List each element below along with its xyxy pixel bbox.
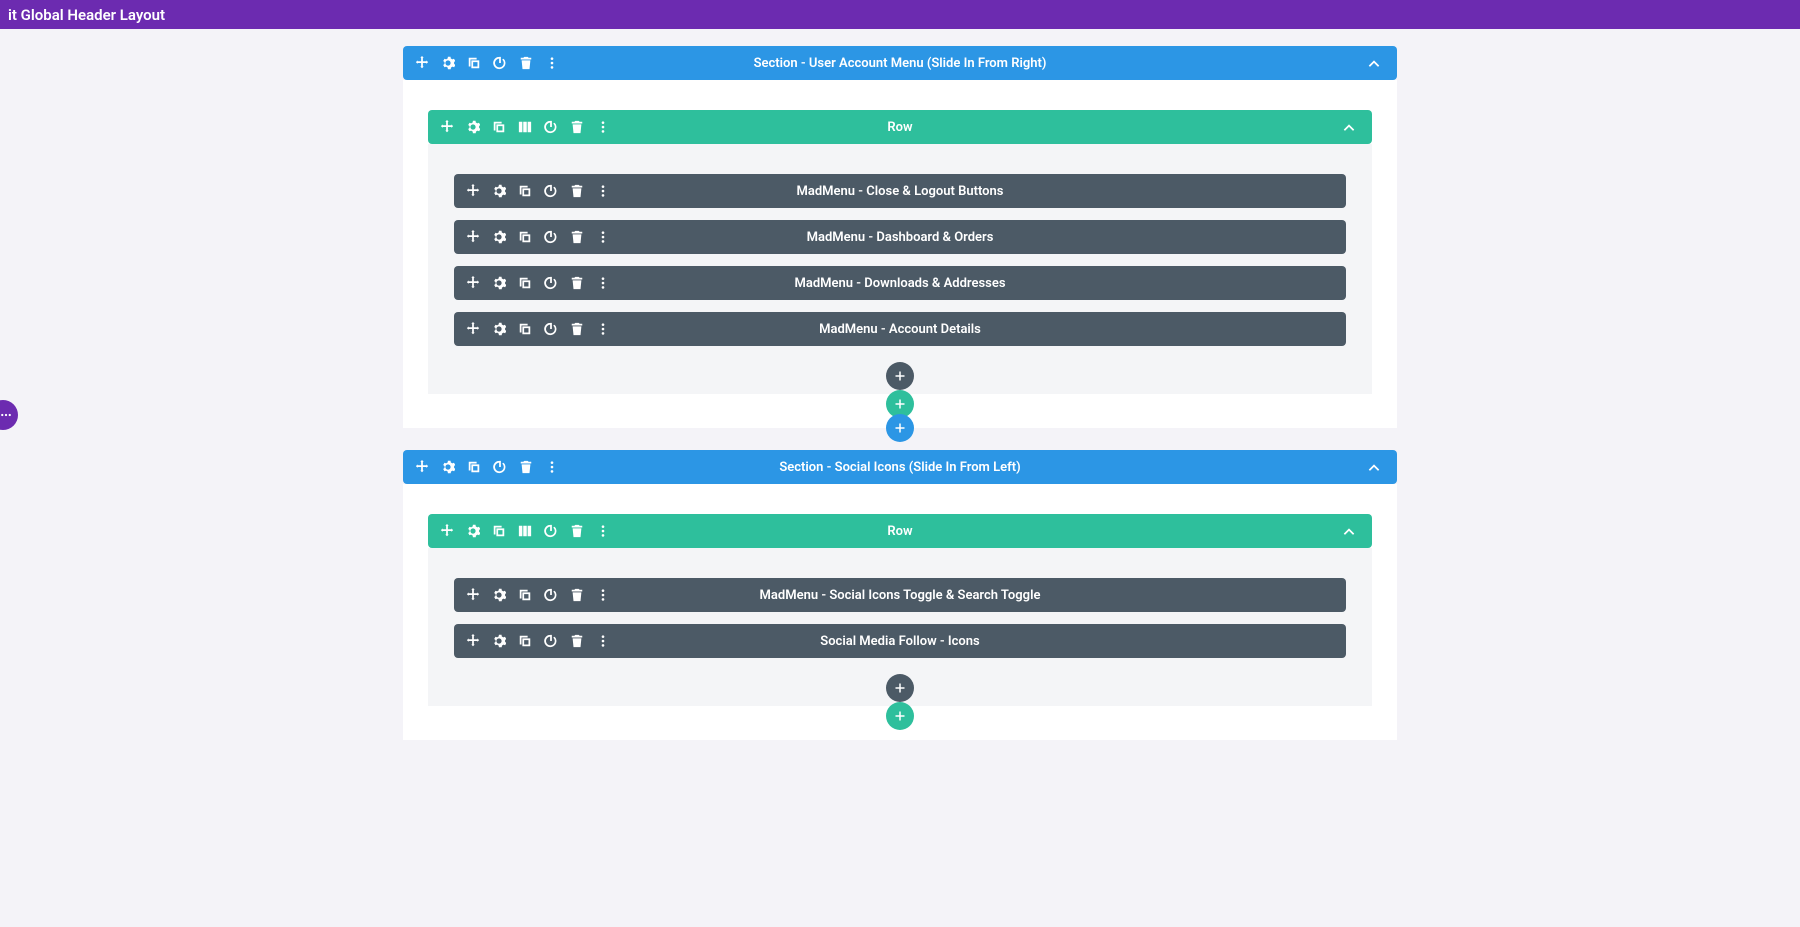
more-icon[interactable] bbox=[596, 120, 610, 134]
move-icon[interactable] bbox=[415, 56, 429, 70]
trash-icon[interactable] bbox=[519, 56, 533, 70]
trash-icon[interactable] bbox=[570, 276, 584, 290]
module-toolbar bbox=[454, 266, 622, 300]
power-icon[interactable] bbox=[493, 56, 507, 70]
move-icon[interactable] bbox=[466, 634, 480, 648]
row-bar[interactable]: Row bbox=[428, 110, 1372, 144]
trash-icon[interactable] bbox=[570, 322, 584, 336]
module-bar[interactable]: MadMenu - Dashboard & Orders bbox=[454, 220, 1346, 254]
module-bar[interactable]: MadMenu - Close & Logout Buttons bbox=[454, 174, 1346, 208]
module-bar[interactable]: MadMenu - Account Details bbox=[454, 312, 1346, 346]
add-row-button[interactable] bbox=[886, 702, 914, 730]
section-bar[interactable]: Section - User Account Menu (Slide In Fr… bbox=[403, 46, 1397, 80]
move-icon[interactable] bbox=[440, 120, 454, 134]
module-toolbar bbox=[454, 174, 622, 208]
duplicate-icon[interactable] bbox=[518, 322, 532, 336]
duplicate-icon[interactable] bbox=[518, 588, 532, 602]
trash-icon[interactable] bbox=[570, 634, 584, 648]
power-icon[interactable] bbox=[544, 524, 558, 538]
section-body: Row MadMenu - Close & Logout Buttons bbox=[403, 80, 1397, 428]
columns-icon[interactable] bbox=[518, 120, 532, 134]
module-toolbar bbox=[454, 624, 622, 658]
power-icon[interactable] bbox=[544, 588, 558, 602]
trash-icon[interactable] bbox=[570, 230, 584, 244]
more-icon[interactable] bbox=[596, 230, 610, 244]
trash-icon[interactable] bbox=[570, 524, 584, 538]
gear-icon[interactable] bbox=[492, 588, 506, 602]
gear-icon[interactable] bbox=[441, 460, 455, 474]
section-body: Row MadMenu - Social Icons Toggle & Sear… bbox=[403, 484, 1397, 740]
duplicate-icon[interactable] bbox=[518, 634, 532, 648]
add-section-button[interactable] bbox=[886, 414, 914, 442]
module-toolbar bbox=[454, 312, 622, 346]
row-toolbar bbox=[428, 110, 622, 144]
trash-icon[interactable] bbox=[570, 120, 584, 134]
move-icon[interactable] bbox=[466, 588, 480, 602]
collapse-button[interactable] bbox=[1351, 46, 1397, 80]
section-toolbar bbox=[403, 46, 571, 80]
more-icon[interactable] bbox=[596, 634, 610, 648]
gear-icon[interactable] bbox=[466, 524, 480, 538]
row-toolbar bbox=[428, 514, 622, 548]
duplicate-icon[interactable] bbox=[518, 184, 532, 198]
power-icon[interactable] bbox=[493, 460, 507, 474]
gear-icon[interactable] bbox=[492, 634, 506, 648]
more-icon[interactable] bbox=[545, 56, 559, 70]
trash-icon[interactable] bbox=[519, 460, 533, 474]
move-icon[interactable] bbox=[466, 276, 480, 290]
power-icon[interactable] bbox=[544, 230, 558, 244]
more-icon[interactable] bbox=[596, 524, 610, 538]
duplicate-icon[interactable] bbox=[492, 524, 506, 538]
trash-icon[interactable] bbox=[570, 588, 584, 602]
move-icon[interactable] bbox=[466, 322, 480, 336]
power-icon[interactable] bbox=[544, 276, 558, 290]
gear-icon[interactable] bbox=[492, 230, 506, 244]
duplicate-icon[interactable] bbox=[518, 276, 532, 290]
collapse-button[interactable] bbox=[1326, 110, 1372, 144]
add-module-button[interactable] bbox=[886, 362, 914, 390]
columns-icon[interactable] bbox=[518, 524, 532, 538]
move-icon[interactable] bbox=[466, 230, 480, 244]
module-bar[interactable]: MadMenu - Downloads & Addresses bbox=[454, 266, 1346, 300]
module-bar[interactable]: MadMenu - Social Icons Toggle & Search T… bbox=[454, 578, 1346, 612]
module-toolbar bbox=[454, 220, 622, 254]
add-module-button[interactable] bbox=[886, 674, 914, 702]
more-icon[interactable] bbox=[596, 276, 610, 290]
global-header: it Global Header Layout bbox=[0, 0, 1800, 29]
move-icon[interactable] bbox=[466, 184, 480, 198]
duplicate-icon[interactable] bbox=[467, 56, 481, 70]
builder-canvas: Section - User Account Menu (Slide In Fr… bbox=[0, 29, 1800, 780]
power-icon[interactable] bbox=[544, 322, 558, 336]
module-toolbar bbox=[454, 578, 622, 612]
duplicate-icon[interactable] bbox=[492, 120, 506, 134]
more-icon[interactable] bbox=[596, 322, 610, 336]
collapse-button[interactable] bbox=[1326, 514, 1372, 548]
gear-icon[interactable] bbox=[492, 184, 506, 198]
more-icon[interactable] bbox=[596, 588, 610, 602]
module-bar[interactable]: Social Media Follow - Icons bbox=[454, 624, 1346, 658]
duplicate-icon[interactable] bbox=[467, 460, 481, 474]
row-bar[interactable]: Row bbox=[428, 514, 1372, 548]
gear-icon[interactable] bbox=[441, 56, 455, 70]
move-icon[interactable] bbox=[440, 524, 454, 538]
collapse-button[interactable] bbox=[1351, 450, 1397, 484]
section-toolbar bbox=[403, 450, 571, 484]
page-title: it Global Header Layout bbox=[8, 6, 165, 24]
move-icon[interactable] bbox=[415, 460, 429, 474]
more-icon[interactable] bbox=[545, 460, 559, 474]
section-bar[interactable]: Section - Social Icons (Slide In From Le… bbox=[403, 450, 1397, 484]
more-icon[interactable] bbox=[596, 184, 610, 198]
duplicate-icon[interactable] bbox=[518, 230, 532, 244]
gear-icon[interactable] bbox=[492, 322, 506, 336]
power-icon[interactable] bbox=[544, 120, 558, 134]
gear-icon[interactable] bbox=[492, 276, 506, 290]
power-icon[interactable] bbox=[544, 184, 558, 198]
trash-icon[interactable] bbox=[570, 184, 584, 198]
row-body: MadMenu - Social Icons Toggle & Search T… bbox=[428, 548, 1372, 706]
row-body: MadMenu - Close & Logout Buttons MadMenu… bbox=[428, 144, 1372, 394]
gear-icon[interactable] bbox=[466, 120, 480, 134]
power-icon[interactable] bbox=[544, 634, 558, 648]
